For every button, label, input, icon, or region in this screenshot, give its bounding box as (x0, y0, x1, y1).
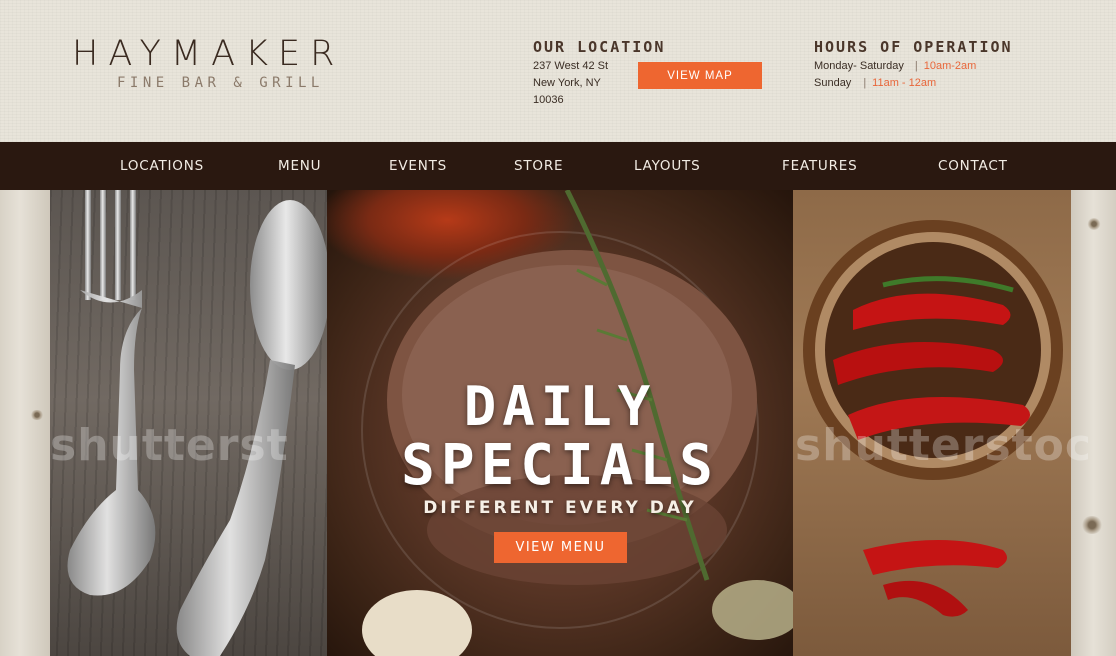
nav-item-menu[interactable]: MENU (278, 142, 321, 190)
view-menu-button[interactable]: VIEW MENU (494, 532, 627, 563)
logo-tagline: FINE BAR & GRILL (117, 75, 324, 91)
nav-item-events[interactable]: EVENTS (389, 142, 447, 190)
hours-separator: | (914, 60, 918, 72)
nav-item-contact[interactable]: CONTACT (938, 142, 1008, 190)
nav-item-features[interactable]: FEATURES (782, 142, 858, 190)
hero-subtitle: DIFFERENT EVERY DAY (423, 498, 697, 518)
address-line-1: 237 West 42 St (533, 60, 609, 72)
address-line-3: 10036 (533, 94, 564, 106)
hours-time: 11am - 12am (872, 77, 937, 89)
location-heading: OUR LOCATION (533, 38, 666, 56)
hours-heading: HOURS OF OPERATION (814, 38, 1013, 56)
logo-title[interactable]: HAYMAKER (72, 34, 344, 74)
wood-knot (1087, 218, 1101, 230)
hours-row-sunday: Sunday | 11am - 12am (814, 77, 936, 89)
wood-knot (30, 410, 44, 420)
address-line-2: New York, NY (533, 77, 601, 89)
hero-banner: shutterst shutterstoc DAILY SPECIALS DIF… (0, 190, 1116, 656)
wood-knot (1081, 516, 1103, 534)
hero-title-line-2: SPECIALS (401, 433, 719, 498)
watermark-left: shutterst (50, 420, 289, 471)
wood-border-left (0, 190, 50, 656)
site-header: HAYMAKER FINE BAR & GRILL OUR LOCATION 2… (0, 0, 1116, 142)
watermark-right: shutterstoc (795, 420, 1092, 471)
nav-item-locations[interactable]: LOCATIONS (120, 142, 204, 190)
nav-item-store[interactable]: STORE (514, 142, 563, 190)
view-map-button[interactable]: VIEW MAP (638, 62, 762, 89)
hours-separator: | (863, 77, 867, 89)
hours-time: 10am-2am (923, 60, 977, 72)
hero-title-line-1: DAILY (463, 375, 657, 438)
nav-item-layouts[interactable]: LAYOUTS (634, 142, 700, 190)
hours-days: Sunday (814, 77, 852, 89)
main-nav: LOCATIONS MENU EVENTS STORE LAYOUTS FEAT… (0, 142, 1116, 190)
hours-row-weekdays: Monday- Saturday | 10am-2am (814, 60, 976, 72)
hours-days: Monday- Saturday (814, 60, 904, 72)
